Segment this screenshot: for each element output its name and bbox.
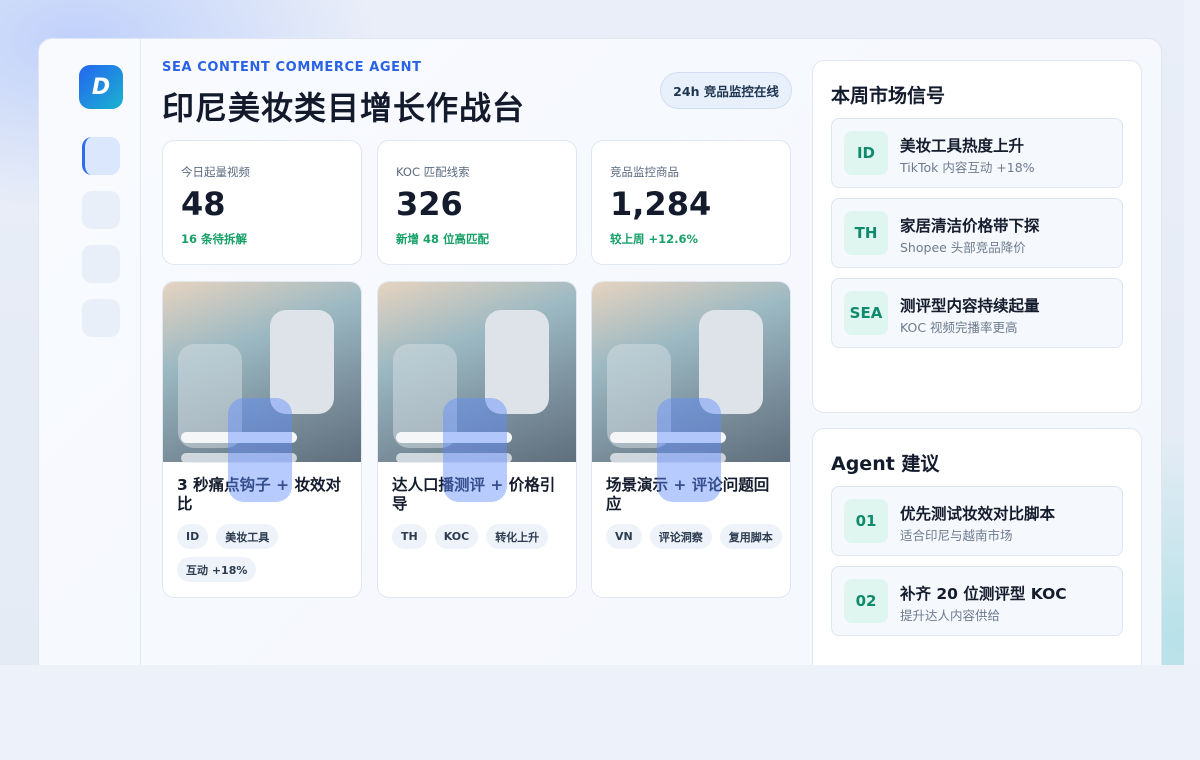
advice-item[interactable]: 02 补齐 20 位测评型 KOC 提升达人内容供给	[831, 566, 1123, 636]
sidebar-item-3[interactable]	[82, 245, 120, 283]
stat-card-videos[interactable]: 今日起量视频 48 16 条待拆解	[162, 140, 362, 265]
signal-title: 测评型内容持续起量	[900, 297, 1040, 315]
page-footer-area	[0, 665, 1200, 760]
market-signals-panel: 本周市场信号 ID 美妆工具热度上升 TikTok 内容互动 +18% TH 家…	[812, 60, 1142, 413]
sidebar-item-dashboard[interactable]	[82, 137, 120, 175]
signal-item[interactable]: ID 美妆工具热度上升 TikTok 内容互动 +18%	[831, 118, 1123, 188]
stat-value: 48	[181, 185, 226, 223]
advice-item[interactable]: 01 优先测试妆效对比脚本 适合印尼与越南市场	[831, 486, 1123, 556]
thumb-shape	[228, 398, 292, 502]
region-badge: SEA	[844, 291, 888, 335]
stat-value: 326	[396, 185, 463, 223]
stat-value: 1,284	[610, 185, 712, 223]
monitor-status-badge[interactable]: 24h 竞品监控在线	[660, 72, 792, 109]
stat-label: 今日起量视频	[181, 165, 250, 179]
video-card[interactable]: 达人口播测评 + 价格引导 TH KOC 转化上升	[377, 281, 577, 598]
advice-desc: 适合印尼与越南市场	[900, 528, 1013, 543]
stat-card-competitors[interactable]: 竞品监控商品 1,284 较上周 +12.6%	[591, 140, 791, 265]
signal-desc: KOC 视频完播率更高	[900, 320, 1018, 335]
signal-item[interactable]: TH 家居清洁价格带下探 Shopee 头部竞品降价	[831, 198, 1123, 268]
signal-item[interactable]: SEA 测评型内容持续起量 KOC 视频完播率更高	[831, 278, 1123, 348]
video-card[interactable]: 3 秒痛点钩子 + 妆效对比 ID 美妆工具 互动 +18%	[162, 281, 362, 598]
video-tags: VN 评论洞察 复用脚本	[606, 524, 786, 549]
stat-subtext: 16 条待拆解	[181, 232, 248, 246]
stat-subtext: 较上周 +12.6%	[610, 232, 699, 246]
video-tags: TH KOC 转化上升	[392, 524, 572, 549]
region-badge: ID	[844, 131, 888, 175]
tag[interactable]: ID	[177, 524, 209, 549]
tag[interactable]: 转化上升	[486, 524, 549, 549]
tag[interactable]: KOC	[434, 524, 479, 549]
tag[interactable]: 美妆工具	[216, 524, 279, 549]
sidebar-item-2[interactable]	[82, 191, 120, 229]
thumb-shape	[443, 398, 507, 502]
app-logo[interactable]: D	[79, 65, 123, 109]
sidebar-item-4[interactable]	[82, 299, 120, 337]
tag[interactable]: VN	[606, 524, 642, 549]
tag[interactable]: TH	[392, 524, 427, 549]
advice-title: 补齐 20 位测评型 KOC	[900, 585, 1067, 603]
signal-title: 美妆工具热度上升	[900, 137, 1025, 155]
thumb-shape	[657, 398, 721, 502]
step-badge: 01	[844, 499, 888, 543]
sidebar-rail: D	[39, 39, 141, 677]
stat-card-koc[interactable]: KOC 匹配线索 326 新增 48 位高匹配	[377, 140, 577, 265]
step-badge: 02	[844, 579, 888, 623]
page-eyebrow: SEA CONTENT COMMERCE AGENT	[162, 60, 422, 75]
video-card[interactable]: 场景演示 + 评论问题回应 VN 评论洞察 复用脚本	[591, 281, 791, 598]
dashboard-window: D SEA CONTENT COMMERCE AGENT 印尼美妆类目增长作战台…	[38, 38, 1162, 678]
stat-label: 竞品监控商品	[610, 165, 679, 179]
video-tags: ID 美妆工具 互动 +18%	[177, 524, 357, 582]
panel-title: 本周市场信号	[831, 85, 946, 107]
agent-advice-panel: Agent 建议 01 优先测试妆效对比脚本 适合印尼与越南市场 02 补齐 2…	[812, 428, 1142, 677]
stat-label: KOC 匹配线索	[396, 165, 470, 179]
stat-subtext: 新增 48 位高匹配	[396, 232, 490, 246]
panel-title: Agent 建议	[831, 453, 940, 475]
advice-title: 优先测试妆效对比脚本	[900, 505, 1056, 523]
tag[interactable]: 互动 +18%	[177, 557, 257, 582]
advice-desc: 提升达人内容供给	[900, 608, 1001, 623]
page-title: 印尼美妆类目增长作战台	[162, 89, 526, 127]
tag[interactable]: 复用脚本	[719, 524, 782, 549]
region-badge: TH	[844, 211, 888, 255]
signal-desc: TikTok 内容互动 +18%	[900, 160, 1035, 175]
signal-desc: Shopee 头部竞品降价	[900, 240, 1026, 255]
signal-title: 家居清洁价格带下探	[900, 217, 1040, 235]
tag[interactable]: 评论洞察	[649, 524, 712, 549]
